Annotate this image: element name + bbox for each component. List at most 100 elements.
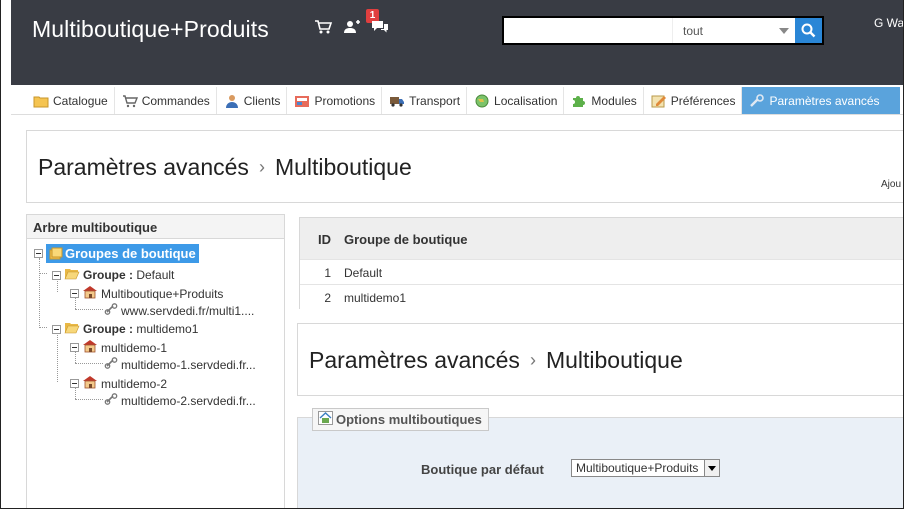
default-shop-label: Boutique par défaut (421, 462, 544, 477)
tree-connector (39, 327, 47, 328)
search-scope-value: tout (683, 24, 704, 38)
tree-shop-url[interactable]: www.servdedi.fr/multi1.... (104, 303, 254, 318)
link-icon (104, 393, 118, 408)
admin-window: Multiboutique+Produits 1 tout G Wa Catal… (0, 0, 904, 509)
tab-promotions[interactable]: Promotions (287, 87, 383, 114)
tree-connector (75, 363, 103, 364)
top-header: Multiboutique+Produits 1 tout G Wa (11, 0, 903, 85)
folder-open-icon (64, 267, 80, 283)
tree-shop-url[interactable]: multidemo-2.servdedi.fr... (104, 393, 256, 408)
shop-icon (82, 375, 98, 392)
chevron-down-icon (779, 28, 789, 34)
tree-shop[interactable]: multidemo-2 (70, 375, 167, 392)
toolbar-add-button[interactable]: Ajou (881, 179, 901, 190)
tools-icon (749, 93, 765, 108)
tree-shop[interactable]: multidemo-1 (70, 339, 167, 356)
tree-group-default[interactable]: Groupe : Default (52, 267, 174, 283)
tab-modules[interactable]: Modules (564, 87, 644, 114)
tree-root[interactable]: Groupes de boutique (34, 244, 199, 263)
column-id: ID (318, 232, 331, 247)
puzzle-icon (571, 94, 587, 108)
user-icon (224, 94, 240, 108)
tab-commandes[interactable]: Commandes (114, 87, 217, 114)
section-header: Paramètres avancés › Multiboutique (297, 323, 903, 396)
cell-id: 2 (324, 291, 331, 305)
options-legend: Options multiboutiques (312, 408, 489, 431)
shop-group-icon (49, 247, 63, 260)
group-prefix: Groupe : (83, 322, 133, 336)
group-name: multidemo1 (136, 322, 199, 336)
cell-name: Default (344, 266, 383, 280)
search-button[interactable] (795, 18, 822, 43)
collapse-icon[interactable] (70, 379, 79, 388)
default-shop-select[interactable]: Multiboutique+Produits (571, 459, 720, 477)
tab-catalogue[interactable]: Catalogue (26, 87, 115, 114)
link-icon (104, 303, 118, 318)
breadcrumb: Paramètres avancés › Multiboutique (38, 154, 412, 181)
breadcrumb-separator-icon: › (258, 157, 265, 177)
tab-label: Commandes (141, 93, 210, 108)
shop-brand[interactable]: Multiboutique+Produits (32, 16, 269, 43)
promotion-icon (294, 94, 310, 108)
cart-icon (122, 94, 138, 108)
home-icon (318, 411, 333, 428)
tab-label: Paramètres avancés (769, 93, 880, 108)
collapse-icon[interactable] (70, 289, 79, 298)
group-name: Default (136, 268, 175, 282)
search-icon (801, 23, 816, 38)
collapse-icon[interactable] (34, 249, 43, 258)
preferences-icon (651, 94, 667, 108)
tree-root-label[interactable]: Groupes de boutique (46, 244, 199, 263)
table-row[interactable]: 1 Default (300, 259, 903, 284)
default-shop-value: Multiboutique+Produits (576, 461, 699, 475)
page-title: Multiboutique (274, 154, 412, 180)
tree-title: Arbre multiboutique (27, 215, 284, 239)
tab-clients[interactable]: Clients (216, 87, 288, 114)
tab-localisation[interactable]: Localisation (467, 87, 565, 114)
search-bar: tout (502, 16, 824, 45)
tab-label: Modules (591, 93, 637, 108)
tab-parametres-avances[interactable]: Paramètres avancés (742, 87, 900, 114)
shop-name: multidemo-2 (101, 376, 168, 391)
shop-group-table: ID Groupe de boutique 1 Default 2 multid… (299, 217, 903, 309)
multishop-tree-panel: Arbre multiboutique Groupes de boutique … (26, 214, 285, 508)
shop-url: www.servdedi.fr/multi1.... (121, 303, 255, 318)
collapse-icon[interactable] (52, 324, 61, 334)
tab-label: Clients (243, 93, 281, 108)
shop-name: Multiboutique+Produits (101, 286, 224, 301)
multishop-options-panel: Options multiboutiques Boutique par défa… (297, 408, 903, 508)
chevron-down-icon (704, 460, 719, 476)
tree-group-multidemo1[interactable]: Groupe : multidemo1 (52, 321, 198, 337)
collapse-icon[interactable] (52, 270, 61, 280)
tree-connector (75, 399, 103, 400)
cell-id: 1 (324, 266, 331, 280)
shop-url: multidemo-1.servdedi.fr... (121, 357, 256, 372)
messages-icon[interactable] (370, 17, 390, 37)
shop-name: multidemo-1 (101, 340, 168, 355)
folder-open-icon (64, 321, 80, 337)
section-breadcrumb-parent: Paramètres avancés (309, 347, 520, 373)
tab-label: Localisation (494, 93, 558, 108)
table-row[interactable]: 2 multidemo1 (300, 284, 903, 309)
tab-transport[interactable]: Transport (382, 87, 468, 114)
tree-shop-url[interactable]: multidemo-1.servdedi.fr... (104, 357, 256, 372)
customers-icon[interactable] (342, 17, 362, 37)
tab-label: Préférences (670, 93, 736, 108)
tree-connector (39, 258, 40, 326)
section-breadcrumb: Paramètres avancés › Multiboutique (309, 347, 683, 374)
menu-divider (11, 114, 903, 115)
tab-preferences[interactable]: Préférences (643, 87, 743, 114)
tab-label: Catalogue (53, 93, 108, 108)
employee-name[interactable]: G Wa (874, 16, 903, 30)
shop-icon (82, 285, 98, 302)
cart-icon[interactable] (313, 17, 333, 37)
main-menu: Catalogue Commandes Clients Promotions T… (26, 87, 903, 114)
collapse-icon[interactable] (70, 343, 79, 352)
search-input[interactable] (504, 18, 672, 43)
column-group-name: Groupe de boutique (344, 232, 468, 247)
tab-label: Transport (409, 93, 461, 108)
search-scope-select[interactable]: tout (672, 18, 795, 43)
globe-icon (474, 94, 490, 108)
tree-shop[interactable]: Multiboutique+Produits (70, 285, 223, 302)
tree-root-text: Groupes de boutique (65, 246, 196, 261)
